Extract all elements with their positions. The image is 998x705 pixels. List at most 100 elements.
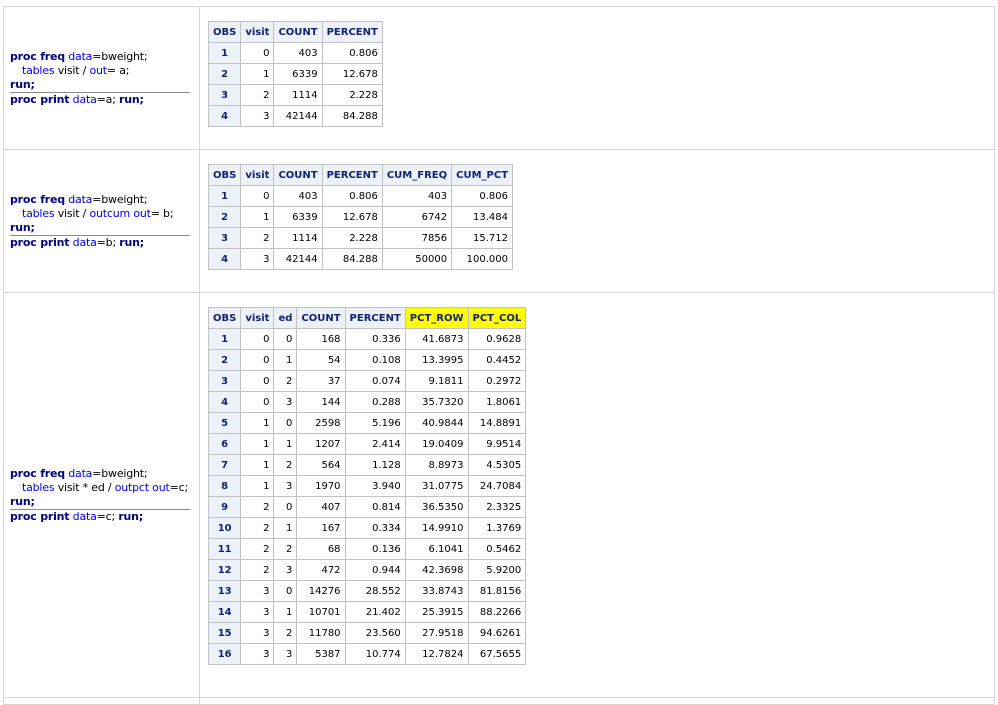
freq-output-table-c: OBS visit ed COUNT PERCENT PCT_ROW PCT_COL 1 0 0 1…	[207, 307, 527, 665]
obs-cell: 1	[207, 42, 242, 64]
table-cell: 0.288	[344, 391, 406, 413]
table-cell: 21.402	[344, 601, 406, 623]
obs-cell: 7	[207, 454, 242, 476]
obs-cell: 1	[207, 185, 242, 207]
table-cell: 35.7320	[404, 391, 469, 413]
table-row: 5 1 0 2598 5.196 40.9844 14.8891	[207, 412, 527, 434]
layout-table: proc freq data=bweight; tables visit / o…	[3, 6, 995, 705]
table-row: 12 2 3 472 0.944 42.3698 5.9200	[207, 559, 527, 581]
code-option: tables	[22, 63, 55, 77]
table-cell: 0.336	[344, 328, 406, 350]
code-text: =a;	[96, 92, 120, 106]
code-text: =bweight;	[92, 49, 148, 63]
code-option: data	[64, 49, 93, 63]
code-text: = a;	[106, 63, 130, 77]
table-cell: 25.3915	[404, 601, 469, 623]
table-cell: 7856	[381, 227, 453, 249]
sas-code-2: proc freq data=bweight; tables visit / o…	[10, 193, 199, 250]
freq-output-table-b: OBS visit COUNT PERCENT CUM_FREQ CUM_PCT 1 0 403…	[207, 164, 514, 270]
output-cell-1: OBS visit COUNT PERCENT 1 0 403 0.806 2 1 6339 12.6…	[199, 6, 995, 150]
code-keyword: run;	[10, 77, 35, 91]
table-row: 6 1 1 1207 2.414 19.0409 9.9514	[207, 433, 527, 455]
table-cell: 3	[273, 559, 298, 581]
obs-cell: 12	[207, 559, 242, 581]
code-option: outcum out	[89, 206, 151, 220]
table-cell: 14.8891	[467, 412, 527, 434]
column-header-pct-row: PCT_ROW	[404, 307, 469, 329]
table-cell: 1207	[296, 433, 346, 455]
table-row: 11 2 2 68 0.136 6.1041 0.5462	[207, 538, 527, 560]
table-header-row: OBS visit COUNT PERCENT CUM_FREQ CUM_PCT	[207, 164, 514, 186]
table-header-row: OBS visit ed COUNT PERCENT PCT_ROW PCT_COL	[207, 307, 527, 329]
table-cell: 81.8156	[467, 580, 527, 602]
table-cell: 1	[273, 601, 298, 623]
table-row: 1 0 403 0.806	[207, 42, 383, 64]
table-cell: 8.8973	[404, 454, 469, 476]
code-option: data	[64, 192, 93, 206]
table-cell: 27.9518	[404, 622, 469, 644]
table-cell: 0	[240, 328, 275, 350]
table-cell: 2	[273, 370, 298, 392]
obs-cell: 8	[207, 475, 242, 497]
table-row: 2 0 1 54 0.108 13.3995 0.4452	[207, 349, 527, 371]
table-cell: 3	[240, 622, 275, 644]
table-header-row: OBS visit COUNT PERCENT	[207, 21, 383, 43]
table-cell: 0.814	[344, 496, 406, 518]
column-header-percent: PERCENT	[321, 21, 383, 43]
table-cell: 144	[296, 391, 346, 413]
code-line: proc freq data=bweight;	[10, 467, 199, 481]
sas-code-3: proc freq data=bweight; tables visit * e…	[10, 467, 199, 524]
table-cell: 0	[240, 349, 275, 371]
table-cell: 2	[273, 622, 298, 644]
table-cell: 67.5655	[467, 643, 527, 665]
table-cell: 5.9200	[467, 559, 527, 581]
table-row: 2 1 6339 12.678 6742 13.484	[207, 206, 514, 228]
table-cell: 28.552	[344, 580, 406, 602]
table-cell: 84.288	[321, 248, 383, 270]
table-cell: 2	[240, 496, 275, 518]
table-row: 8 1 3 1970 3.940 31.0775 24.7084	[207, 475, 527, 497]
table-cell: 1.128	[344, 454, 406, 476]
table-cell: 1.8061	[467, 391, 527, 413]
table-cell: 31.0775	[404, 475, 469, 497]
table-cell: 0	[273, 412, 298, 434]
code-option: data	[69, 509, 97, 523]
table-cell: 3	[240, 643, 275, 665]
code-option: out	[89, 63, 107, 77]
table-cell: 6742	[381, 206, 453, 228]
table-cell: 2	[240, 227, 275, 249]
table-cell: 0.2972	[467, 370, 527, 392]
column-header-visit: visit	[240, 164, 275, 186]
obs-cell: 9	[207, 496, 242, 518]
table-cell: 14.9910	[404, 517, 469, 539]
code-option: data	[69, 235, 97, 249]
obs-cell: 14	[207, 601, 242, 623]
table-cell: 24.7084	[467, 475, 527, 497]
section-2: proc freq data=bweight; tables visit / o…	[3, 149, 995, 293]
obs-cell: 10	[207, 517, 242, 539]
obs-cell: 1	[207, 328, 242, 350]
code-line: run;	[10, 78, 190, 93]
column-header-obs: OBS	[207, 21, 242, 43]
table-cell: 168	[296, 328, 346, 350]
table-cell: 1	[273, 349, 298, 371]
table-cell: 9.9514	[467, 433, 527, 455]
obs-cell: 2	[207, 206, 242, 228]
table-cell: 0.4452	[467, 349, 527, 371]
table-cell: 36.5350	[404, 496, 469, 518]
table-cell: 0.136	[344, 538, 406, 560]
table-cell: 88.2266	[467, 601, 527, 623]
table-cell: 2.3325	[467, 496, 527, 518]
obs-cell: 3	[207, 227, 242, 249]
code-keyword: proc print	[10, 92, 70, 106]
table-cell: 42144	[273, 105, 323, 127]
table-cell: 3	[240, 601, 275, 623]
table-cell: 5387	[296, 643, 346, 665]
table-cell: 3.940	[344, 475, 406, 497]
table-row: 10 2 1 167 0.334 14.9910 1.3769	[207, 517, 527, 539]
table-cell: 1970	[296, 475, 346, 497]
table-cell: 3	[273, 475, 298, 497]
table-cell: 6.1041	[404, 538, 469, 560]
table-cell: 0.806	[321, 185, 383, 207]
table-row: 4 3 42144 84.288	[207, 105, 383, 127]
